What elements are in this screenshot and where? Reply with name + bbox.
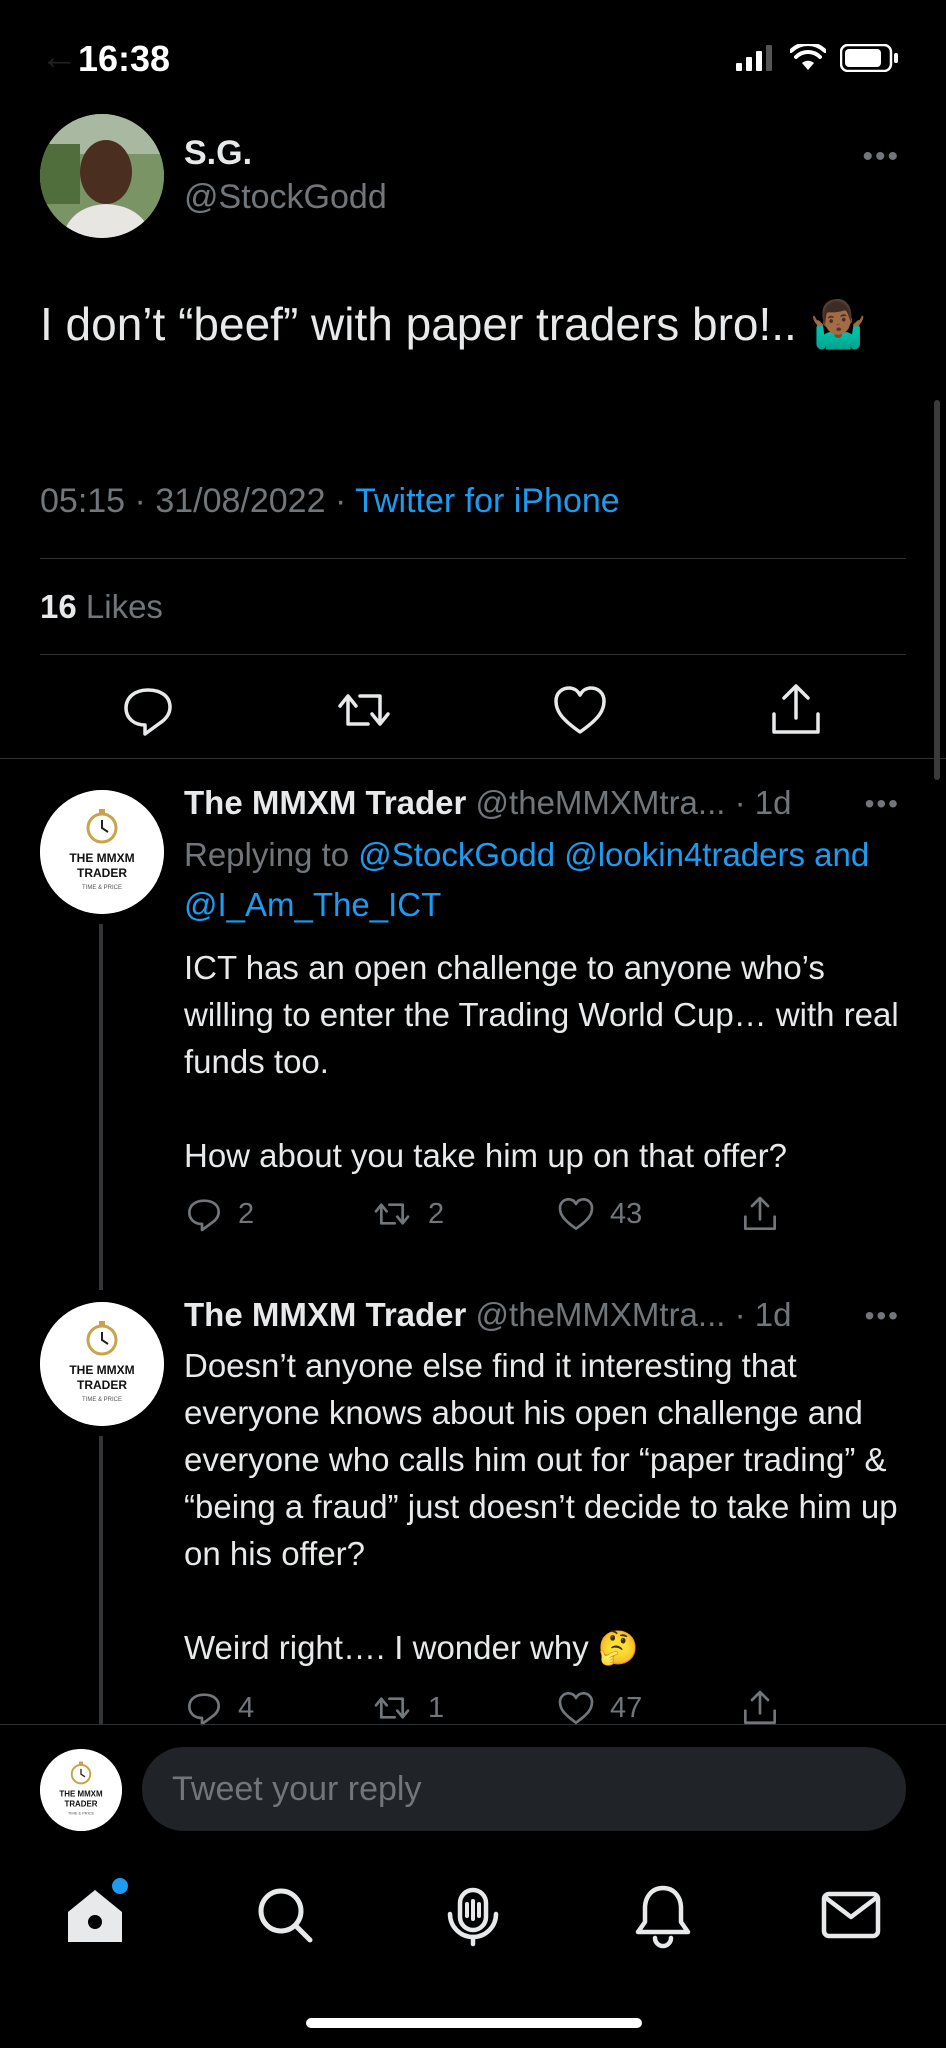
svg-text:THE MMXM: THE MMXM: [59, 1790, 103, 1799]
current-user-avatar[interactable]: THE MMXM TRADER TIME & PRICE: [40, 1749, 122, 1831]
mention-link[interactable]: @StockGodd: [358, 836, 555, 873]
tab-spaces[interactable]: [438, 1880, 508, 1950]
spaces-icon: [447, 1887, 499, 1947]
reply-author-avatar[interactable]: THE MMXM TRADER TIME & PRICE: [40, 790, 164, 914]
scrollbar[interactable]: [934, 400, 940, 780]
like-count: 43: [610, 1197, 643, 1230]
retweet-icon: [374, 1203, 410, 1225]
home-indicator[interactable]: [306, 2018, 642, 2028]
tab-notifications[interactable]: [628, 1880, 698, 1950]
more-options-icon[interactable]: •••: [862, 140, 900, 174]
tab-search[interactable]: [250, 1880, 320, 1950]
signal-icon: [736, 45, 772, 71]
like-action[interactable]: 43: [556, 1194, 642, 1234]
author-name[interactable]: S.G.: [184, 134, 252, 173]
author-avatar[interactable]: [40, 114, 164, 238]
reply-actions: 2 2 43: [184, 1194, 804, 1238]
mention-link[interactable]: @I_Am_The_ICT: [184, 886, 441, 923]
reply-author-name[interactable]: The MMXM Trader: [184, 784, 466, 821]
battery-icon: [840, 44, 898, 72]
divider: [40, 654, 906, 655]
reply-header: The MMXM Trader @theMMXMtra... · 1d: [184, 1296, 792, 1333]
messages-icon: [821, 1891, 881, 1939]
more-options-icon[interactable]: •••: [865, 788, 900, 820]
mmxm-logo: THE MMXM TRADER TIME & PRICE: [40, 790, 164, 914]
retweet-action[interactable]: 2: [370, 1194, 444, 1234]
retweet-icon[interactable]: [334, 680, 394, 740]
reply-icon: [188, 1199, 220, 1232]
tweet-source[interactable]: Twitter for iPhone: [355, 482, 620, 520]
reply-author-avatar[interactable]: THE MMXM TRADER TIME & PRICE: [40, 1302, 164, 1426]
reply-age: 1d: [754, 784, 792, 821]
share-action[interactable]: [740, 1688, 780, 1728]
likes-summary[interactable]: 16 Likes: [40, 588, 163, 626]
reply-author-handle[interactable]: @theMMXMtra...: [476, 1296, 726, 1333]
tab-bar: [0, 1854, 946, 2048]
more-options-icon[interactable]: •••: [865, 1300, 900, 1332]
tab-messages[interactable]: [816, 1880, 886, 1950]
retweet-count: 2: [428, 1197, 445, 1230]
share-icon[interactable]: [766, 680, 826, 740]
tweet-date: 31/08/2022: [155, 482, 326, 520]
divider: [0, 758, 946, 759]
replying-to: Replying to @StockGodd @lookin4traders a…: [184, 836, 870, 923]
notification-dot: [112, 1878, 128, 1894]
status-bar: ← 16:38: [0, 0, 946, 110]
notifications-icon: [635, 1885, 691, 1949]
reply-text: Doesn’t anyone else find it interesting …: [184, 1347, 898, 1666]
like-icon: [558, 1198, 594, 1230]
svg-text:THE MMXM: THE MMXM: [69, 1363, 134, 1377]
likes-count: 16: [40, 588, 77, 625]
reply-action[interactable]: 4: [184, 1688, 254, 1728]
like-count: 47: [610, 1691, 643, 1724]
reply-count: 4: [238, 1691, 255, 1724]
mmxm-logo: THE MMXM TRADER TIME & PRICE: [40, 1749, 122, 1831]
tweet-meta: 05:15 · 31/08/2022 · Twitter for iPhone: [40, 482, 620, 520]
tweet-time: 05:15: [40, 482, 126, 520]
reply-action[interactable]: 2: [184, 1194, 254, 1234]
retweet-count: 1: [428, 1691, 445, 1724]
share-action[interactable]: [740, 1194, 780, 1234]
reply-author-name[interactable]: The MMXM Trader: [184, 1296, 466, 1333]
svg-text:THE MMXM: THE MMXM: [69, 851, 134, 865]
divider: [40, 558, 906, 559]
like-icon[interactable]: [550, 680, 610, 740]
retweet-action[interactable]: 1: [370, 1688, 444, 1728]
svg-text:TIME & PRICE: TIME & PRICE: [82, 1397, 122, 1403]
svg-text:TRADER: TRADER: [77, 1378, 127, 1392]
back-arrow-icon[interactable]: ←: [40, 36, 78, 79]
reply-count: 2: [238, 1197, 255, 1230]
tweet-text: I don’t “beef” with paper traders bro!..…: [40, 298, 867, 350]
svg-text:TRADER: TRADER: [64, 1800, 97, 1809]
reply-author-handle[interactable]: @theMMXMtra...: [476, 784, 726, 821]
retweet-icon: [374, 1697, 410, 1719]
status-time: 16:38: [78, 38, 171, 79]
likes-label: Likes: [85, 588, 163, 625]
reply-composer: THE MMXM TRADER TIME & PRICE: [0, 1724, 946, 1854]
reply-age: 1d: [754, 1296, 792, 1333]
like-action[interactable]: 47: [556, 1688, 642, 1728]
reply-header: The MMXM Trader @theMMXMtra... · 1d: [184, 784, 792, 821]
like-icon: [558, 1692, 594, 1724]
share-icon: [744, 1690, 776, 1724]
thread-line: [99, 924, 103, 1290]
mmxm-logo: THE MMXM TRADER TIME & PRICE: [40, 1302, 164, 1426]
share-icon: [744, 1196, 776, 1230]
author-handle[interactable]: @StockGodd: [184, 178, 387, 217]
svg-text:TRADER: TRADER: [77, 866, 127, 880]
wifi-icon: [790, 44, 826, 70]
tweet-actions: [0, 680, 946, 750]
search-icon: [258, 1888, 313, 1943]
thread-line: [99, 1436, 103, 1724]
reply-icon: [188, 1693, 220, 1726]
svg-text:TIME & PRICE: TIME & PRICE: [68, 1810, 95, 1815]
tab-home[interactable]: [60, 1878, 130, 1950]
svg-text:TIME & PRICE: TIME & PRICE: [82, 885, 122, 891]
mention-link[interactable]: @lookin4traders: [564, 836, 805, 873]
reply-icon[interactable]: [118, 680, 178, 740]
reply-input[interactable]: [142, 1747, 906, 1831]
reply-text: ICT has an open challenge to anyone who’…: [184, 949, 899, 1174]
